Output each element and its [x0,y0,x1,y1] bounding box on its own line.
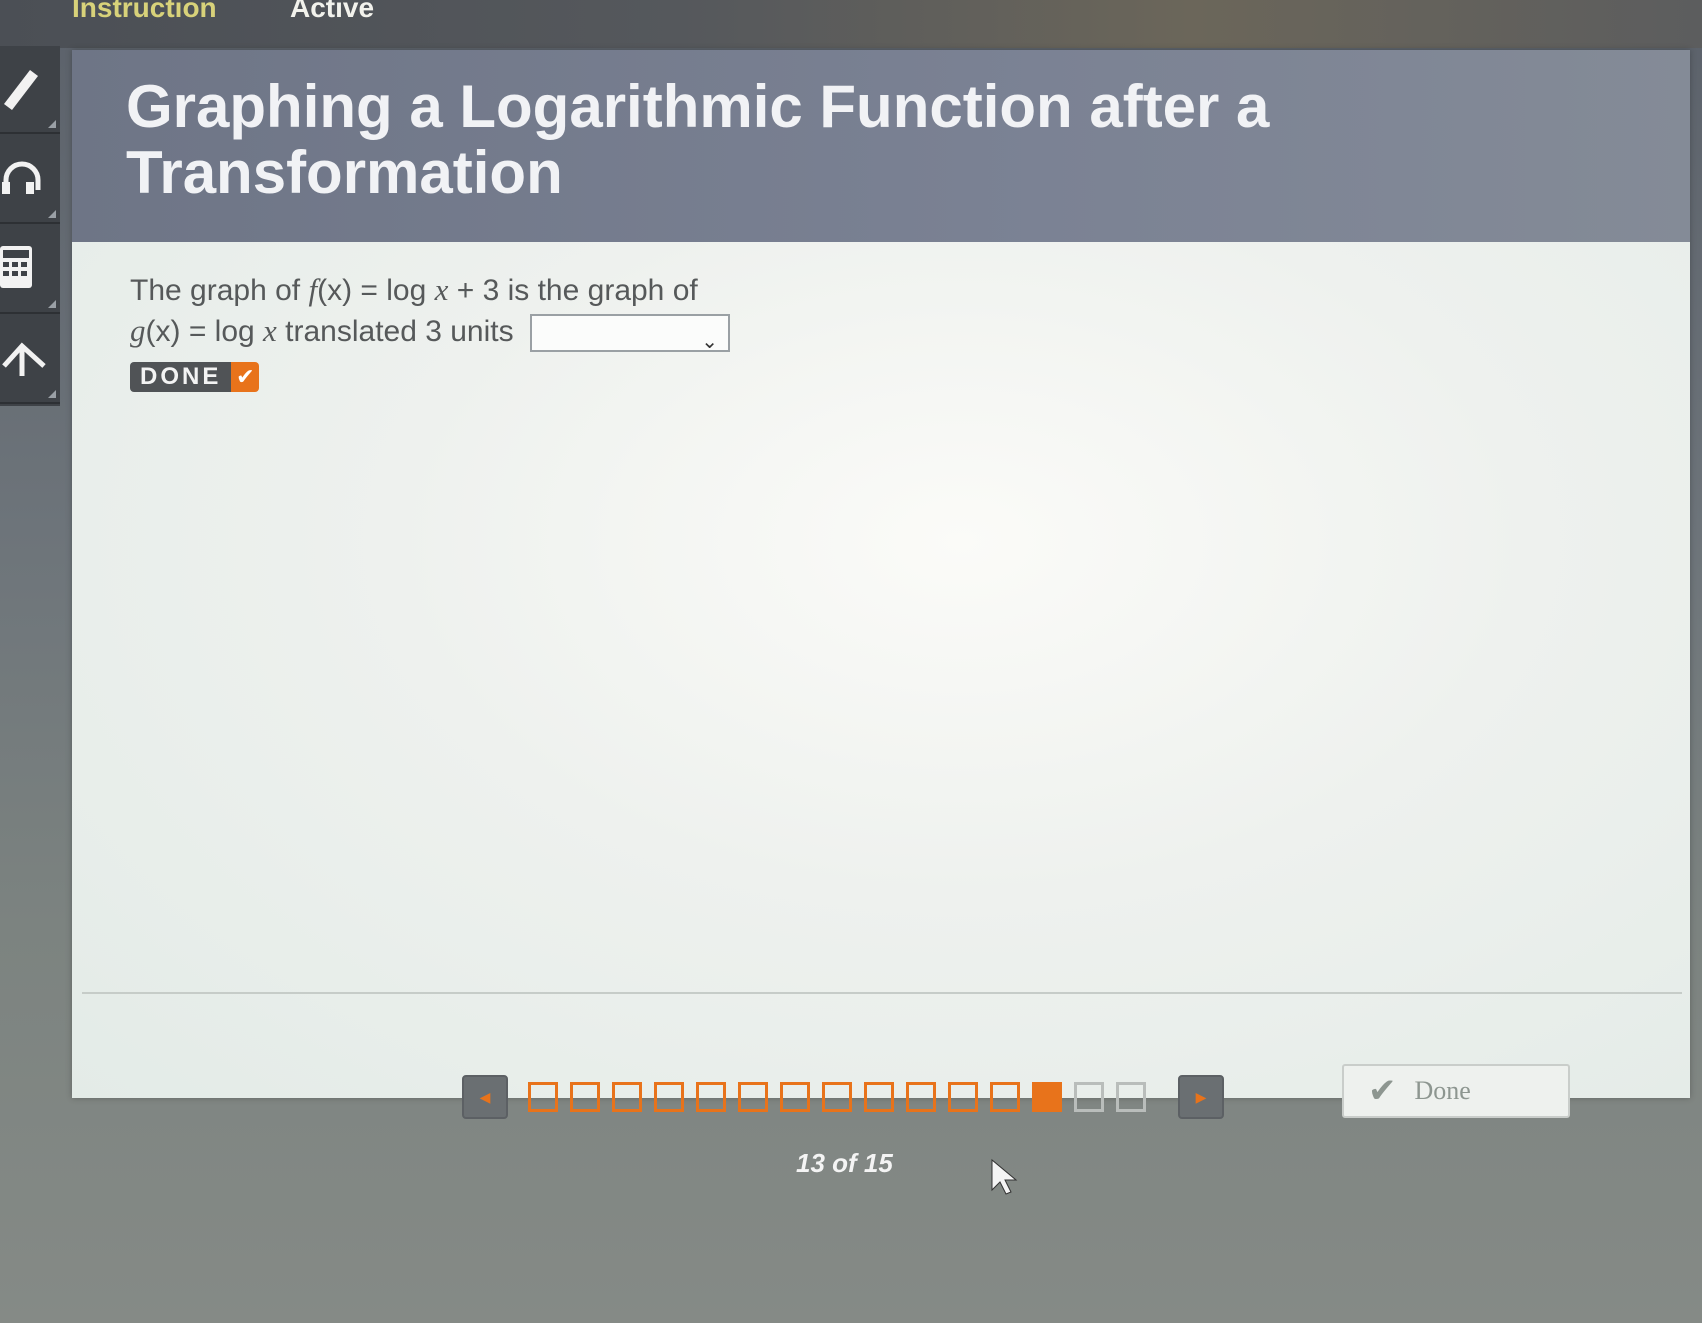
variable-x: x [434,272,449,307]
done-status-badge: DONE ✔ [130,362,260,392]
previous-page-button[interactable]: ◀ [462,1075,508,1119]
page-square-1[interactable] [528,1082,558,1112]
question-text-part: (x) = log [317,274,435,307]
page-square-13[interactable] [1032,1082,1062,1112]
page-square-3[interactable] [612,1082,642,1112]
lesson-body: The graph of f(x) = log x + 3 is the gra… [72,242,1690,1118]
tool-rail [0,46,60,406]
done-button[interactable]: ✔ Done [1342,1064,1570,1118]
page-squares [528,1082,1158,1112]
calculator-tool-button[interactable] [0,226,60,314]
mouse-cursor-icon [991,1158,1018,1195]
headphones-icon [2,161,41,194]
question-text-part: (x) = log [145,315,264,348]
up-arrow-tool-button[interactable] [0,316,60,404]
page-square-5[interactable] [696,1082,726,1112]
question-text: The graph of f(x) = log x + 3 is the gra… [130,270,730,353]
lesson-title: Graphing a Logarithmic Function after a … [126,73,1270,206]
next-page-button[interactable]: ▶ [1178,1075,1224,1119]
page-square-11[interactable] [948,1082,978,1112]
question-line-2: g(x) = log x translated 3 units ⌄ [130,311,730,353]
question-text-part: translated 3 units [276,315,514,348]
question-text-part: + 3 is the graph of [448,274,698,307]
function-f-name: f [308,272,318,307]
calculator-icon [0,246,32,288]
page-square-12[interactable] [990,1082,1020,1112]
page-square-14[interactable] [1074,1082,1104,1112]
pencil-icon [4,70,38,110]
page-square-15[interactable] [1116,1082,1146,1112]
checkmark-icon: ✔ [1368,1072,1397,1110]
done-badge-label: DONE [130,362,232,392]
footer-divider [82,992,1682,994]
page-navigator: ◀ ▶ [462,1074,1224,1120]
lesson-header: Graphing a Logarithmic Function after a … [72,50,1690,242]
tab-active[interactable]: Active [290,0,374,24]
page-square-6[interactable] [738,1082,768,1112]
chevron-down-icon: ⌄ [701,331,718,354]
direction-dropdown[interactable]: ⌄ [529,314,730,353]
check-icon: ✔ [231,362,260,392]
page-square-9[interactable] [864,1082,894,1112]
page-count: 13 of 15 [796,1148,893,1178]
top-tab-bar: Instruction Active [0,0,1702,48]
page-square-8[interactable] [822,1082,852,1112]
page-square-10[interactable] [906,1082,936,1112]
question-text-part: The graph of [130,274,309,307]
function-g-name: g [130,313,146,348]
tab-instruction[interactable]: Instruction [72,0,217,24]
variable-x: x [263,313,277,348]
pencil-tool-button[interactable] [0,46,60,134]
left-arrow-icon: ◀ [479,1089,491,1105]
question-line-1: The graph of f(x) = log x + 3 is the gra… [130,270,730,311]
right-arrow-icon: ▶ [1195,1089,1207,1105]
page-square-4[interactable] [654,1082,684,1112]
headphones-tool-button[interactable] [0,136,60,224]
up-arrow-icon [2,342,46,376]
done-button-label: Done [1414,1076,1471,1105]
lesson-card: Graphing a Logarithmic Function after a … [72,50,1690,1118]
page-square-7[interactable] [780,1082,810,1112]
page-square-2[interactable] [570,1082,600,1112]
